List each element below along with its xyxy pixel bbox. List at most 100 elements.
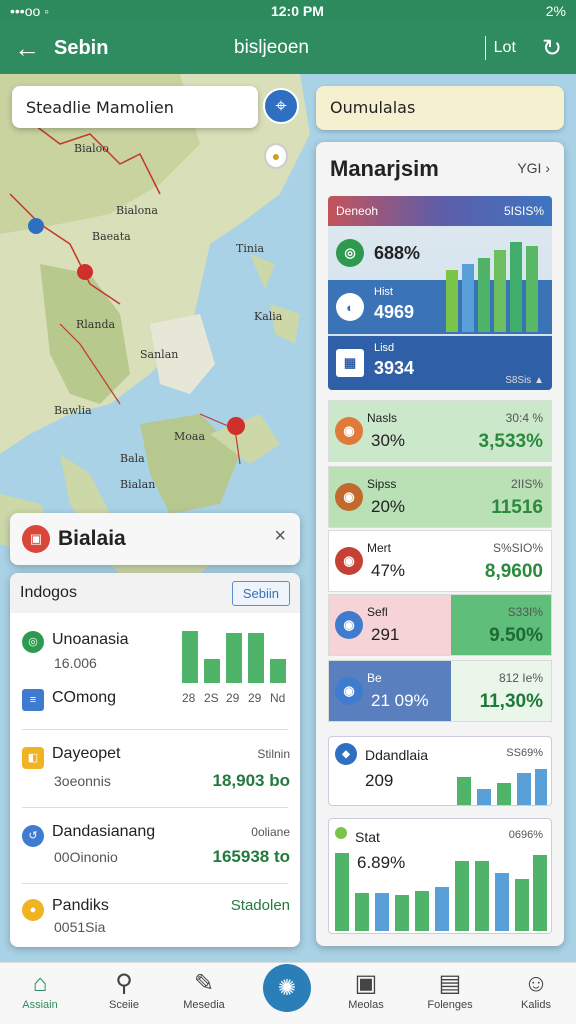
lot-button[interactable]: Lot bbox=[494, 39, 516, 57]
list-item-title: Unoanasia bbox=[52, 631, 129, 648]
map-label: Bialan bbox=[120, 478, 156, 491]
chart-tick-label: 28 bbox=[182, 691, 196, 705]
coin-icon: ● bbox=[22, 899, 44, 921]
status-dot-icon bbox=[335, 827, 347, 839]
back-icon[interactable]: ← bbox=[14, 33, 54, 64]
metric-rate-label: S33I% bbox=[507, 605, 543, 619]
nav-icon: ✎ bbox=[193, 970, 215, 997]
metric-rate-value: 3,533% bbox=[478, 431, 543, 452]
list-item-rate: 0oliane bbox=[251, 825, 290, 839]
status-time: 12:0 PM bbox=[270, 3, 324, 19]
summary-foot: S8Sis ▲ bbox=[505, 375, 544, 386]
chart-card-rate: SS69% bbox=[506, 747, 543, 759]
nav-icon: ▣ bbox=[354, 970, 378, 997]
list-mini-chart bbox=[182, 631, 286, 683]
summary-header-value: 5ISIS% bbox=[503, 204, 544, 218]
chart-tick-label: Nd bbox=[270, 691, 286, 705]
list-item[interactable]: ◧ Dayeopet 3oeonnis Stilnin 18,903 bo bbox=[22, 745, 290, 805]
metric-row[interactable]: ◉ Be 21 09% 812 Ie% 11,30% bbox=[328, 660, 552, 722]
metric-rate-value: 8,9600 bbox=[484, 561, 543, 582]
nav-label: Mesedia bbox=[183, 999, 225, 1011]
metric-icon: ◉ bbox=[335, 677, 363, 705]
chart-card-bars bbox=[457, 769, 547, 805]
divider bbox=[22, 729, 288, 730]
map-label: Baeata bbox=[92, 230, 131, 243]
location-search-input[interactable]: Steadlie Mamolien bbox=[12, 86, 258, 128]
app-subtitle: bisljeoen bbox=[234, 37, 309, 58]
signal-indicator: •••oo ◦ bbox=[10, 3, 50, 19]
map-label: Tinia bbox=[236, 242, 265, 255]
map-label: Rlanda bbox=[76, 318, 116, 331]
locate-icon[interactable]: ⌖ bbox=[263, 88, 299, 124]
refresh-icon[interactable]: ↻ bbox=[542, 34, 562, 63]
metric-icon: ◉ bbox=[335, 417, 363, 445]
summary-label: Hist bbox=[374, 286, 393, 298]
nav-item[interactable]: ☺ Kalids bbox=[496, 969, 576, 1011]
map-label: Kalia bbox=[254, 310, 283, 323]
map-label: Bialona bbox=[116, 204, 158, 217]
chart-card-title: Stat bbox=[355, 829, 380, 845]
metric-rate-value: 11,30% bbox=[479, 691, 543, 712]
center-action-button[interactable]: ✺ bbox=[263, 964, 311, 1012]
tag-icon: ◧ bbox=[22, 747, 44, 769]
divider bbox=[22, 807, 288, 808]
summary-bars bbox=[446, 242, 538, 332]
panel-title: Manarjsim bbox=[330, 156, 439, 181]
summary-block[interactable]: Deneoh 5ISIS% ◎ 688% ◐ Hist 4969 ▦ Lisd … bbox=[328, 196, 552, 390]
close-icon[interactable]: × bbox=[274, 525, 286, 548]
summary-label: Lisd bbox=[374, 342, 395, 354]
panel-more-link[interactable]: YGI › bbox=[517, 160, 550, 176]
metric-label: Mert bbox=[367, 541, 391, 555]
chart-card[interactable]: Stat 6.89% 0696% bbox=[328, 818, 552, 934]
filter-search-input[interactable]: Oumulalas bbox=[316, 86, 564, 130]
nav-label: Assiain bbox=[22, 999, 58, 1011]
map-label: Moaa bbox=[174, 430, 206, 443]
status-bar: •••oo ◦ 12:0 PM 2% bbox=[0, 0, 576, 22]
metric-value: 30% bbox=[371, 431, 406, 450]
map-pin[interactable] bbox=[28, 218, 44, 234]
list-item[interactable]: ● Pandiks 0051Sia Stadolen bbox=[22, 897, 290, 945]
metric-rate-value: 11516 bbox=[491, 497, 543, 518]
map-pin[interactable] bbox=[227, 417, 245, 435]
list-item-title: Pandiks bbox=[52, 897, 109, 914]
chart-tick-label: 29 bbox=[248, 691, 262, 705]
list-panel: Indogos Sebiin ◎ Unoanasia 16.006 ≡ COmo… bbox=[10, 573, 300, 947]
list-item-title: COmong bbox=[52, 689, 117, 706]
metric-value: 21 09% bbox=[371, 691, 429, 710]
location-popup[interactable]: ▣ Bialaia × bbox=[10, 513, 300, 565]
shield-icon: ◆ bbox=[335, 743, 357, 765]
metric-rate-label: 2IIS% bbox=[510, 477, 543, 491]
list-item[interactable]: ↺ Dandasianang 00Oinonio 0oliane 165938 … bbox=[22, 823, 290, 883]
nav-item[interactable]: ▣ Meolas bbox=[326, 969, 406, 1011]
nav-item[interactable]: ▤ Folenges bbox=[410, 969, 490, 1011]
battery-indicator: 2% bbox=[545, 3, 566, 19]
chart-tick-label: 2S bbox=[204, 691, 219, 705]
metric-row[interactable]: ◉ Sefl 291 S33I% 9.50% bbox=[328, 594, 552, 656]
list-item-status: Stadolen bbox=[230, 897, 290, 914]
nav-item[interactable]: ✎ Mesedia bbox=[164, 969, 244, 1011]
metric-row[interactable]: ◉ Mert 47% S%SIO% 8,9600 bbox=[328, 530, 552, 592]
nav-item[interactable]: ⚲ Sceiie bbox=[84, 969, 164, 1011]
list-item-rate: Stilnin bbox=[257, 747, 290, 761]
nav-label: Sceiie bbox=[109, 999, 139, 1011]
nav-item[interactable]: ⌂ Assiain bbox=[0, 969, 80, 1011]
map-pin[interactable] bbox=[77, 264, 93, 280]
summary-value: 688% bbox=[374, 242, 421, 263]
nav-icon: ⌂ bbox=[32, 970, 48, 997]
nav-label: Meolas bbox=[348, 999, 384, 1011]
chart-card[interactable]: ◆ Ddandlaia 209 SS69% bbox=[328, 736, 552, 806]
metric-value: 20% bbox=[371, 497, 406, 516]
chart-card-value: 209 bbox=[365, 771, 394, 790]
metric-row[interactable]: ◉ Nasls 30% 30:4 % 3,533% bbox=[328, 400, 552, 462]
nav-icon: ⚲ bbox=[115, 970, 133, 997]
chart-card-title: Ddandlaia bbox=[365, 747, 429, 763]
metric-row[interactable]: ◉ Sipss 20% 2IIS% 11516 bbox=[328, 466, 552, 528]
metric-value: 291 bbox=[371, 625, 400, 644]
list-item-sub: 16.006 bbox=[54, 655, 97, 671]
location-icon: ▣ bbox=[22, 525, 50, 553]
chart-card-rate: 0696% bbox=[508, 829, 543, 841]
document-icon: ≡ bbox=[22, 689, 44, 711]
nav-label: Kalids bbox=[521, 999, 551, 1011]
pin-icon[interactable]: ● bbox=[264, 143, 288, 169]
list-header-button[interactable]: Sebiin bbox=[231, 580, 290, 606]
